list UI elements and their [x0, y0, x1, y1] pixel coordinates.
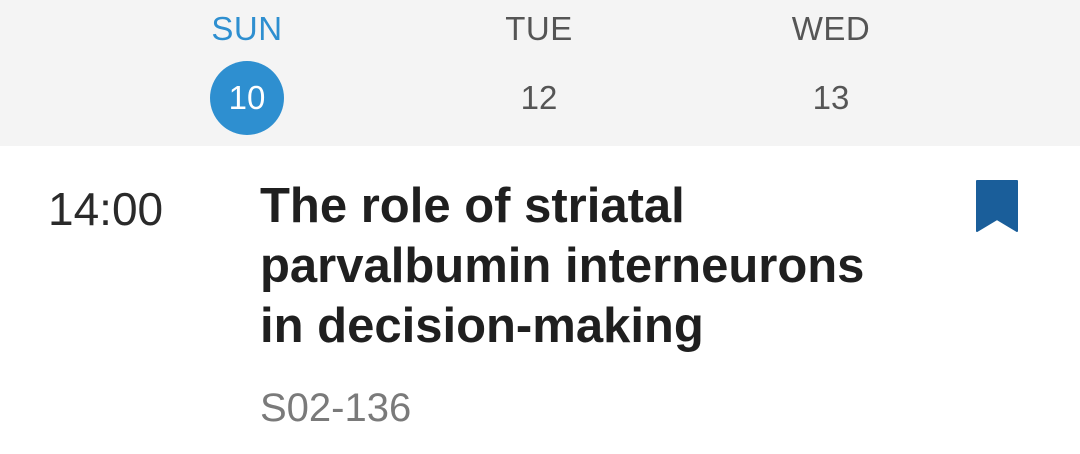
session-title: The role of striatal parvalbumin interne…: [260, 179, 865, 353]
bookmark-icon[interactable]: [970, 179, 1024, 239]
session-list-item[interactable]: 14:00 The role of striatal parvalbumin i…: [0, 146, 1080, 454]
day-tab-sun[interactable]: SUN 10: [167, 0, 327, 146]
day-of-week-label: SUN: [211, 10, 283, 47]
day-date-circle: 10: [210, 61, 284, 135]
day-tab-tue[interactable]: TUE 12: [459, 0, 619, 146]
day-tab-wed[interactable]: WED 13: [751, 0, 911, 146]
day-date: 13: [812, 79, 850, 116]
day-of-week-label: WED: [791, 10, 871, 47]
day-of-week-label: TUE: [505, 10, 573, 47]
day-date: 12: [520, 79, 558, 116]
day-selector: SUN 10 TUE 12 WED 13: [0, 0, 1080, 146]
session-room: S02-136: [260, 386, 412, 430]
session-time: 14:00: [48, 183, 164, 235]
